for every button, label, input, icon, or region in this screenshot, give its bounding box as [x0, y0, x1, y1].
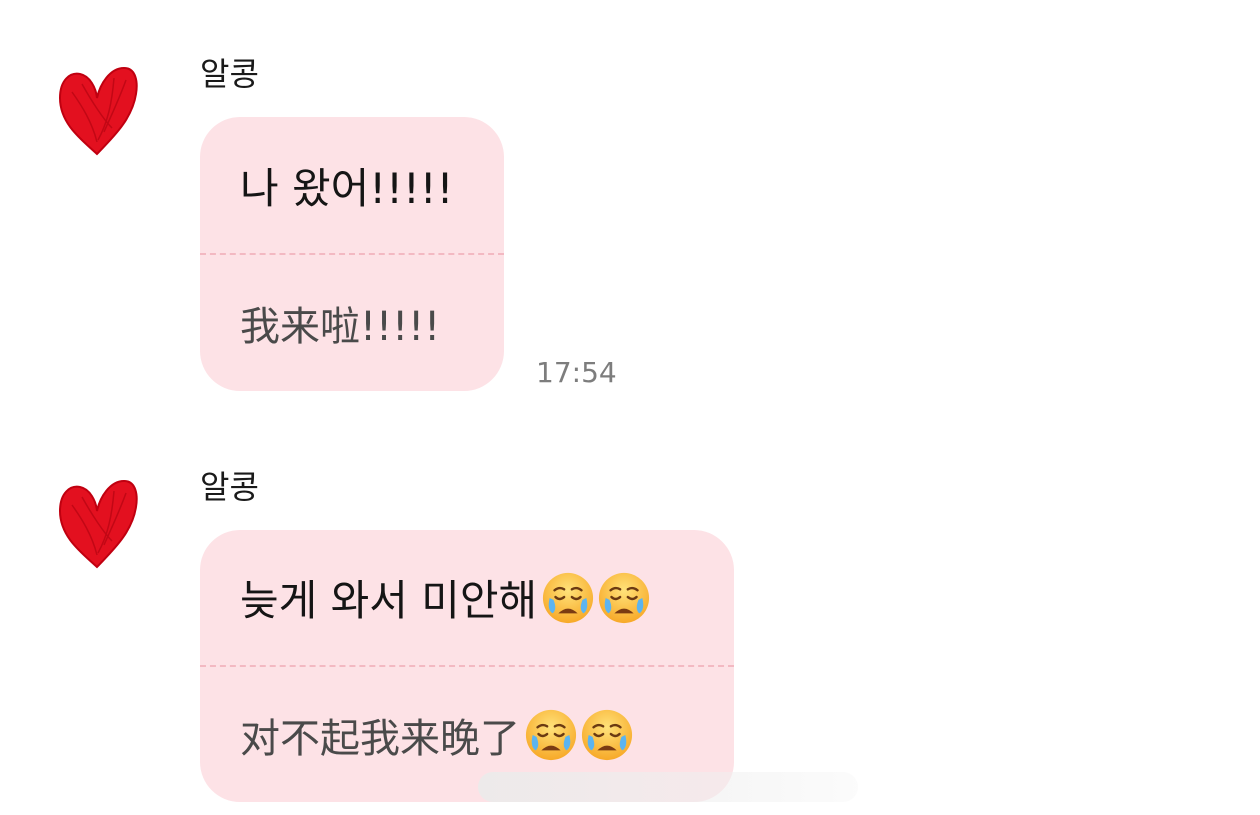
crying-face-icon: [541, 571, 595, 625]
watermark-strip: [478, 772, 858, 802]
message-text: 늦게 와서 미안해: [240, 576, 538, 625]
message-original-text: 늦게 와서 미안해: [200, 530, 734, 665]
message-bubble[interactable]: 나 왔어!!!!! 我来啦!!!!!: [200, 117, 504, 391]
avatar-heart-icon[interactable]: [52, 62, 142, 162]
message-bubble[interactable]: 늦게 와서 미안해 对不起我来晚了: [200, 530, 734, 802]
crying-face-icon: [580, 708, 634, 762]
translation-text: 对不起我来晚了: [240, 715, 520, 762]
message-original-text: 나 왔어!!!!!: [200, 117, 504, 253]
emoji-group: [522, 708, 634, 762]
heart-icon: [58, 66, 138, 156]
crying-face-icon: [524, 708, 578, 762]
translation-text: 我来啦!!!!!: [240, 304, 441, 350]
heart-icon: [58, 479, 138, 569]
message-text: 나 왔어!!!!!: [240, 163, 454, 213]
sender-name: 알콩: [200, 468, 259, 506]
avatar-heart-icon[interactable]: [52, 475, 142, 575]
emoji-group: [539, 571, 651, 625]
message-timestamp: 17:54: [536, 356, 617, 389]
message-translation-text: 我来啦!!!!!: [200, 255, 504, 391]
crying-face-icon: [597, 571, 651, 625]
sender-name: 알콩: [200, 55, 259, 93]
